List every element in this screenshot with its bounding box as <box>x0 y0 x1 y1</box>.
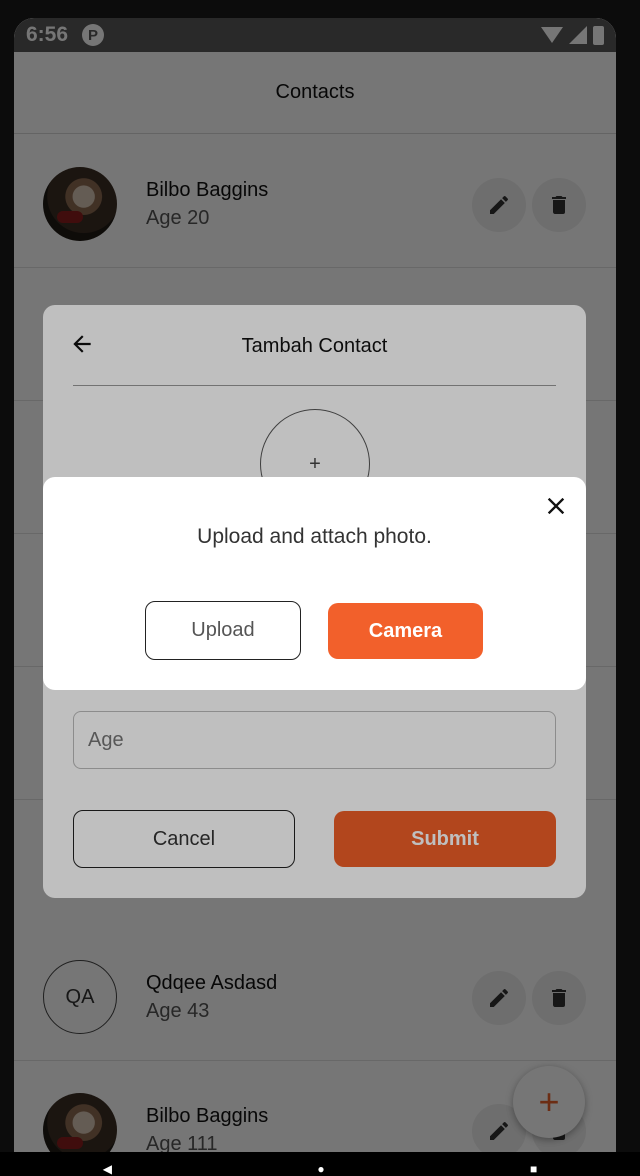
device-frame: 6:56 P Contacts Bilbo Baggins Age 20 QA … <box>0 0 640 1176</box>
upload-message: Upload and attach photo. <box>197 525 432 548</box>
upload-photo-dialog: Upload and attach photo. Upload Camera <box>43 477 586 690</box>
nav-home-icon[interactable]: ● <box>317 1162 324 1176</box>
nav-back-icon[interactable]: ◀ <box>103 1162 112 1176</box>
screen: 6:56 P Contacts Bilbo Baggins Age 20 QA … <box>14 18 616 1152</box>
nav-recents-icon[interactable]: ■ <box>530 1162 537 1176</box>
camera-button[interactable]: Camera <box>328 603 483 659</box>
close-button[interactable] <box>541 491 571 521</box>
navigation-bar: ◀ ● ■ <box>0 1152 640 1176</box>
upload-button[interactable]: Upload <box>145 601 301 660</box>
close-icon <box>547 497 565 515</box>
